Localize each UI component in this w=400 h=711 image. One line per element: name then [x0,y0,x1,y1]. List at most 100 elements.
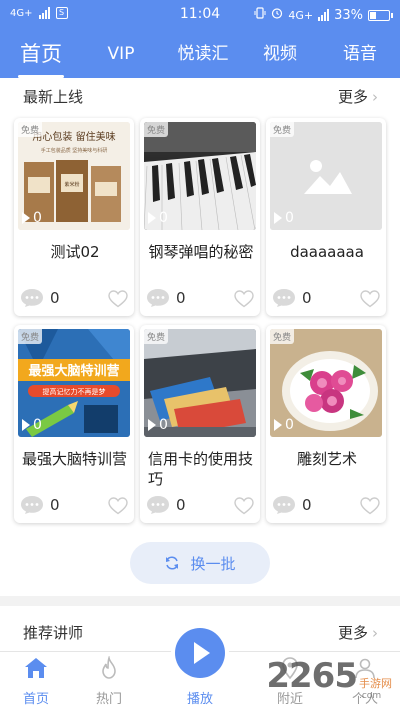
right-network-type: 4G+ [288,8,314,22]
watermark-number: 2265 [266,656,358,696]
course-card[interactable]: 免费 0 雕刻艺术 0 [266,325,386,523]
watermark-text-block: 手游网 .com [359,677,392,703]
course-card[interactable]: 用心包装 留住美味 手工包装品质 坚持美味与科研 紫米粉 免费 0 测试02 0 [14,118,134,316]
site-watermark: 2265 手游网 .com [266,656,392,703]
play-count-value: 0 [159,210,168,226]
more-label: 更多 [337,88,368,106]
course-title: 测试02 [50,243,100,261]
play-count: 0 [148,417,168,433]
comment-count[interactable]: 0 [146,288,186,308]
comment-icon [21,289,43,307]
more-button[interactable]: 更多 › [338,622,378,643]
signal-icon-2 [318,9,330,21]
course-thumbnail: 免费 0 [270,122,382,230]
nav-home[interactable]: 首页 [6,656,66,707]
comment-count[interactable]: 0 [20,495,60,515]
comment-count-value: 0 [176,289,186,307]
tab-video[interactable]: 视频 [255,30,305,78]
card-footer: 0 [20,495,128,519]
heart-icon[interactable] [234,290,254,308]
vibrate-icon [254,7,266,23]
play-count-value: 0 [285,210,294,226]
course-title: 雕刻艺术 [296,450,357,468]
course-title: daaaaaaa [290,243,364,261]
nav-hot[interactable]: 热门 [79,654,139,707]
play-count: 0 [274,210,294,226]
course-grid: 用心包装 留住美味 手工包装品质 坚持美味与科研 紫米粉 免费 0 测试02 0… [14,118,386,533]
free-badge: 免费 [18,122,43,137]
play-icon [22,212,30,224]
home-icon [25,658,47,678]
free-badge: 免费 [144,329,169,344]
course-thumbnail: 免费 0 [270,329,382,437]
brain-poster-subtitle: 提高记忆力不再是梦 [43,387,106,396]
comment-icon [147,289,169,307]
refresh-icon [166,556,179,570]
comment-count[interactable]: 0 [272,288,312,308]
tab-reading-club[interactable]: 悦读汇 [168,30,238,78]
refresh-batch-button[interactable]: 换一批 [130,542,270,584]
comment-count-value: 0 [302,289,312,307]
free-badge: 免费 [18,329,43,344]
course-card[interactable]: 免费 0 钢琴弹唱的秘密 0 [140,118,260,316]
card-footer: 0 [146,495,254,519]
card-footer: 0 [272,495,380,519]
top-tab-bar: 首页 VIP 悦读汇 视频 语音 [0,30,400,78]
battery-icon [368,9,393,21]
free-badge: 免费 [144,122,169,137]
heart-icon[interactable] [108,290,128,308]
course-card[interactable]: 免费 0 daaaaaaa 0 [266,118,386,316]
comment-count-value: 0 [50,496,60,514]
tab-vip[interactable]: VIP [96,30,146,78]
watermark-suffix: .com [359,691,382,701]
play-icon [274,419,282,431]
battery-percent: 33% [334,7,363,23]
comment-icon [273,289,295,307]
play-count: 0 [22,417,42,433]
play-count: 0 [22,210,42,226]
comment-count[interactable]: 0 [146,495,186,515]
tab-audio[interactable]: 语音 [335,30,385,78]
food-sub-text: 手工包装品质 坚持美味与科研 [41,147,108,154]
comment-count-value: 0 [302,496,312,514]
card-footer: 0 [20,288,128,312]
main-content: 最新上线 更多 › 用心包装 留住美味 手工包装品质 坚持美味与科研 紫米粉 免… [0,78,400,651]
play-count: 0 [148,210,168,226]
watermark-text: 手游网 [359,677,392,690]
nav-hot-label: 热门 [95,692,122,707]
heart-icon[interactable] [234,497,254,515]
comment-icon [21,496,43,514]
nav-play-label: 播放 [186,692,213,707]
heart-icon[interactable] [360,290,380,308]
course-title: 信用卡的使用技巧 [148,450,254,488]
comment-count[interactable]: 0 [20,288,60,308]
refresh-label: 换一批 [190,554,236,573]
course-card[interactable]: 免费 0 信用卡的使用技巧 0 [140,325,260,523]
latest-section-header: 最新上线 更多 › [0,78,400,114]
food-header-text: 用心包装 留住美味 [32,130,115,143]
section-divider [0,596,400,606]
comment-icon [147,496,169,514]
play-count-value: 0 [33,210,42,226]
play-icon [148,419,156,431]
nav-home-label: 首页 [22,692,49,707]
play-count-value: 0 [159,417,168,433]
more-button[interactable]: 更多 › [338,86,378,107]
comment-icon [273,496,295,514]
card-footer: 0 [272,288,380,312]
heart-icon[interactable] [108,497,128,515]
chevron-right-icon: › [372,624,378,642]
comment-count[interactable]: 0 [272,495,312,515]
play-button[interactable] [175,628,225,678]
food-bag-label: 紫米粉 [64,181,79,188]
heart-icon[interactable] [360,497,380,515]
course-card[interactable]: 最强大脑特训营 提高记忆力不再是梦 免费 0 最强大脑特训营 0 [14,325,134,523]
play-count-value: 0 [33,417,42,433]
alarm-icon [271,7,283,23]
tab-home[interactable]: 首页 [10,30,72,78]
section-title: 推荐讲师 [23,624,84,642]
play-count-value: 0 [285,417,294,433]
course-thumbnail: 免费 0 [144,329,256,437]
more-label: 更多 [337,624,368,642]
play-count: 0 [274,417,294,433]
